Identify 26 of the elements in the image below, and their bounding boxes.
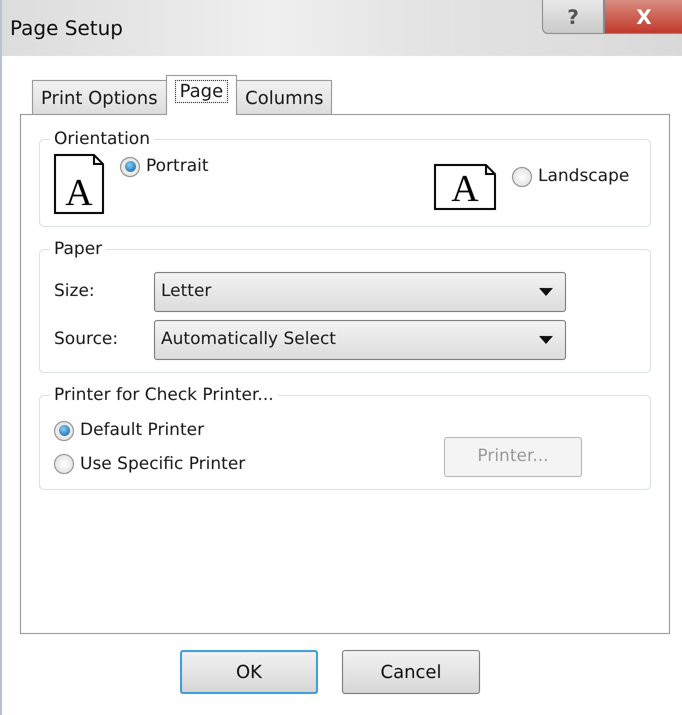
tab[interactable]: Print Options bbox=[32, 80, 167, 114]
field-label: Size: bbox=[54, 280, 96, 304]
radio-button[interactable] bbox=[54, 420, 74, 441]
dropdown-field[interactable]: Automatically Select bbox=[154, 320, 566, 360]
radio-label: Default Printer bbox=[80, 419, 204, 442]
tab[interactable]: Columns bbox=[236, 80, 332, 114]
field-label: Source: bbox=[54, 328, 120, 352]
radio-button[interactable] bbox=[512, 166, 532, 187]
radio-option[interactable]: Landscape bbox=[512, 164, 630, 190]
window-title: Page Setup bbox=[10, 15, 123, 42]
radio-button[interactable] bbox=[54, 454, 74, 474]
dropdown-arrow-icon bbox=[539, 288, 553, 296]
tab[interactable]: Page bbox=[166, 75, 238, 115]
radio-option[interactable]: Default Printer bbox=[54, 418, 444, 444]
ok-button[interactable]: OK bbox=[180, 650, 318, 694]
radio-option[interactable]: Portrait bbox=[120, 154, 208, 180]
dropdown-arrow-icon bbox=[539, 336, 553, 344]
radio-button[interactable] bbox=[120, 156, 140, 177]
radio-label: Use Specific Printer bbox=[80, 452, 246, 476]
help-button[interactable]: ? bbox=[542, 0, 604, 34]
radio-option[interactable]: Use Specific Printer bbox=[54, 452, 444, 477]
close-button[interactable]: X bbox=[604, 0, 682, 34]
radio-label: Portrait bbox=[146, 155, 208, 178]
radio-label: Landscape bbox=[538, 165, 630, 188]
dropdown-field[interactable]: Letter bbox=[154, 272, 566, 312]
cancel-button[interactable]: Cancel bbox=[342, 650, 480, 694]
